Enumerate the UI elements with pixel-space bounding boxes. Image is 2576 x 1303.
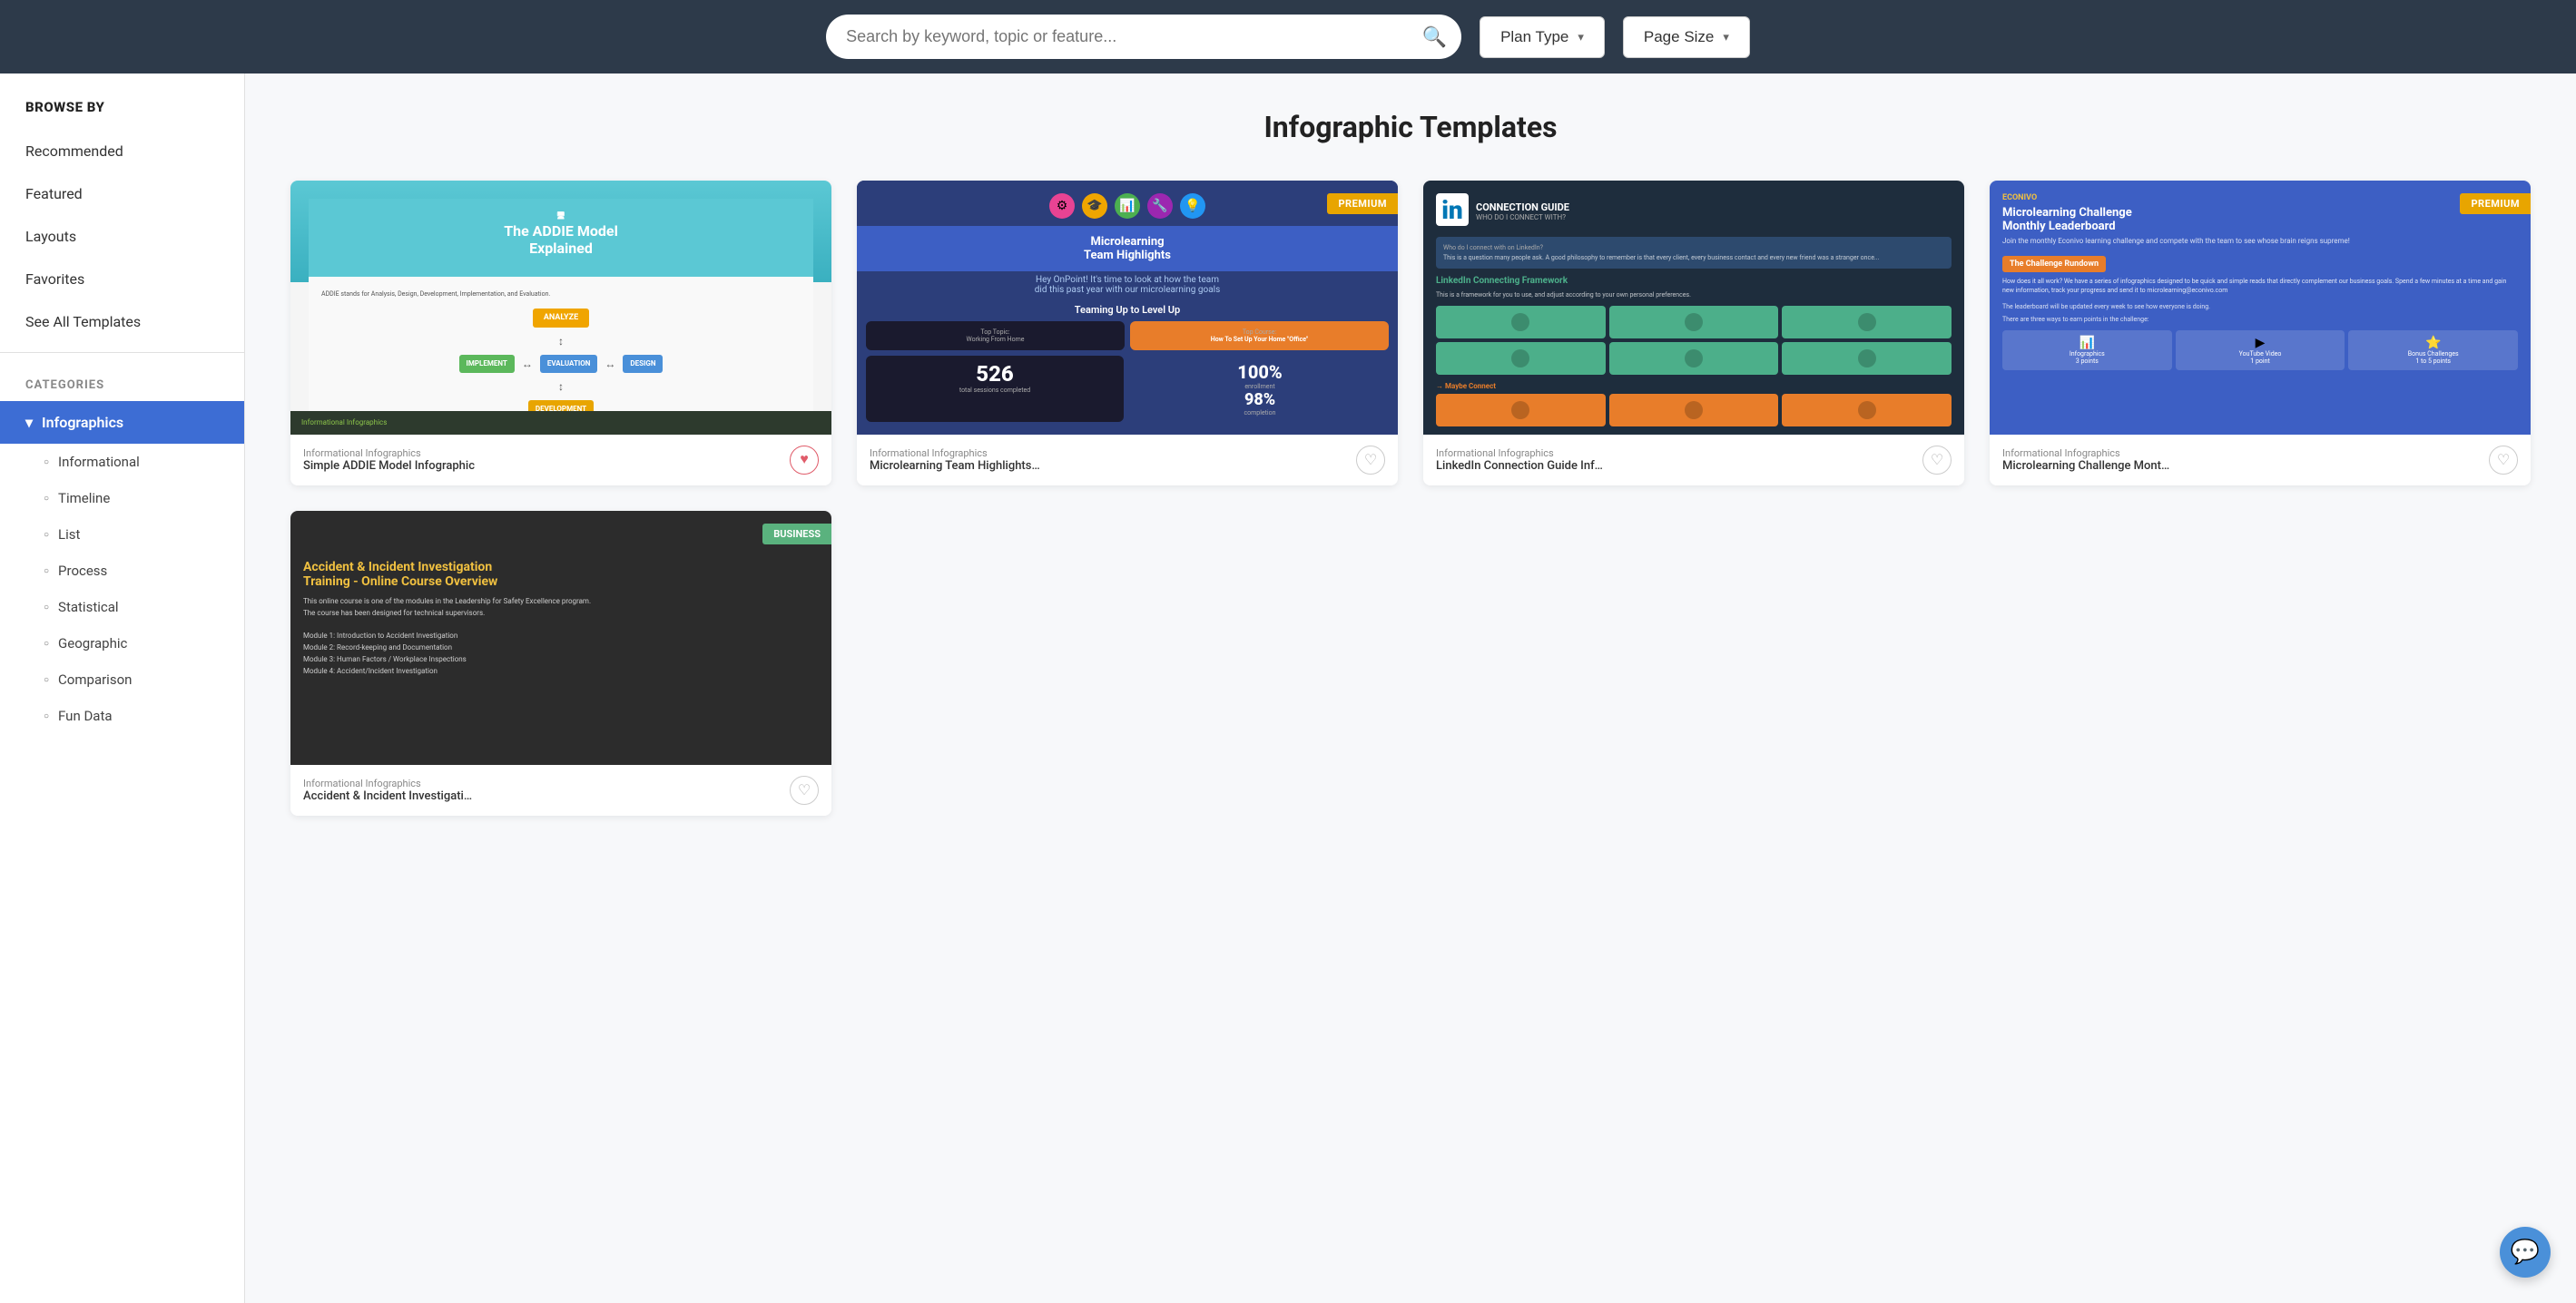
chat-icon: 💬 [2511,1239,2540,1266]
template-grid: 🖥 The ADDIE ModelExplained ADDIE stands … [290,181,2531,816]
sidebar-sub-timeline[interactable]: ○ Timeline [0,480,244,516]
chevron-icon: ▾ [25,414,33,431]
header: 🔍 Plan Type ▾ Page Size ▾ [0,0,2576,73]
template-card-accident[interactable]: BUSINESS Accident & Incident Investigati… [290,511,831,816]
template-name: Simple ADDIE Model Infographic [303,459,475,473]
chat-button[interactable]: 💬 [2500,1227,2551,1278]
sidebar-item-featured[interactable]: Featured [0,172,244,215]
card1-header: 🖥 The ADDIE ModelExplained [309,199,813,277]
template-name: Accident & Incident Investigation Traini… [303,789,476,803]
sidebar-sub-fun-data[interactable]: ○ Fun Data [0,698,244,734]
card-preview-challenge: PREMIUM ECONIVO Microlearning ChallengeM… [1990,181,2531,435]
sidebar-sub-statistical[interactable]: ○ Statistical [0,589,244,625]
search-wrapper: 🔍 [826,15,1461,59]
circle-icon: ○ [44,530,49,540]
card-preview-addie: 🖥 The ADDIE ModelExplained ADDIE stands … [290,181,831,435]
sidebar-item-recommended[interactable]: Recommended [0,130,244,172]
sidebar-item-layouts[interactable]: Layouts [0,215,244,258]
card-preview-linkedin: in CONNECTION GUIDE WHO DO I CONNECT WIT… [1423,181,1964,435]
favorite-button-microlearning[interactable]: ♡ [1356,446,1385,475]
search-input[interactable] [826,15,1461,59]
sidebar-item-favorites[interactable]: Favorites [0,258,244,300]
browse-by-title: BROWSE BY [0,73,244,130]
favorite-button-linkedin[interactable]: ♡ [1922,446,1952,475]
template-category: Informational Infographics [2002,447,2175,459]
sidebar: BROWSE BY Recommended Featured Layouts F… [0,73,245,1303]
template-name: LinkedIn Connection Guide Info... [1436,459,1608,473]
sidebar-sub-comparison[interactable]: ○ Comparison [0,661,244,698]
card-preview-accident: BUSINESS Accident & Incident Investigati… [290,511,831,765]
page-title: Infographic Templates [290,110,2531,144]
template-thumb-linkedin: in CONNECTION GUIDE WHO DO I CONNECT WIT… [1423,181,1964,435]
template-card-addie[interactable]: 🖥 The ADDIE ModelExplained ADDIE stands … [290,181,831,485]
categories-title: CATEGORIES [0,362,244,401]
template-footer-addie: Informational Infographics Simple ADDIE … [290,435,831,485]
template-category: Informational Infographics [1436,447,1608,459]
template-name: Microlearning Team Highlights I... [870,459,1042,473]
template-thumb-microlearning: PREMIUM ⚙ 🎓 📊 🔧 💡 MicrolearningTeam High… [857,181,1398,435]
sidebar-sub-process[interactable]: ○ Process [0,553,244,589]
circle-icon: ○ [44,675,49,685]
circle-icon: ○ [44,457,49,467]
template-thumb-challenge: PREMIUM ECONIVO Microlearning ChallengeM… [1990,181,2531,435]
plan-type-button[interactable]: Plan Type ▾ [1480,16,1605,58]
template-card-linkedin[interactable]: in CONNECTION GUIDE WHO DO I CONNECT WIT… [1423,181,1964,485]
circle-icon: ○ [44,711,49,721]
business-badge: BUSINESS [762,524,831,544]
sidebar-item-see-all[interactable]: See All Templates [0,300,244,343]
plan-type-label: Plan Type [1500,28,1568,46]
template-thumb-addie: 🖥 The ADDIE ModelExplained ADDIE stands … [290,181,831,435]
circle-icon: ○ [44,494,49,504]
page-size-chevron-icon: ▾ [1723,30,1729,44]
template-footer-challenge: Informational Infographics Microlearning… [1990,435,2531,485]
search-icon: 🔍 [1422,25,1447,48]
favorite-button-challenge[interactable]: ♡ [2489,446,2518,475]
page-size-label: Page Size [1644,28,1715,46]
template-thumb-accident: BUSINESS Accident & Incident Investigati… [290,511,831,765]
sidebar-sub-list[interactable]: ○ List [0,516,244,553]
content-area: Infographic Templates 🖥 The ADDIE ModelE… [245,73,2576,1303]
template-name: Microlearning Challenge Month... [2002,459,2175,473]
template-card-challenge[interactable]: PREMIUM ECONIVO Microlearning ChallengeM… [1990,181,2531,485]
template-category: Informational Infographics [303,447,475,459]
template-card-microlearning[interactable]: PREMIUM ⚙ 🎓 📊 🔧 💡 MicrolearningTeam High… [857,181,1398,485]
template-footer-microlearning: Informational Infographics Microlearning… [857,435,1398,485]
circle-icon: ○ [44,639,49,649]
search-button[interactable]: 🔍 [1422,25,1447,49]
template-category: Informational Infographics [870,447,1042,459]
sidebar-sub-geographic[interactable]: ○ Geographic [0,625,244,661]
favorite-button-addie[interactable]: ♥ [790,446,819,475]
page-size-button[interactable]: Page Size ▾ [1623,16,1750,58]
template-category: Informational Infographics [303,778,476,789]
template-footer-accident: Informational Infographics Accident & In… [290,765,831,816]
circle-icon: ○ [44,603,49,612]
plan-type-chevron-icon: ▾ [1578,30,1584,44]
sidebar-divider [0,352,244,353]
sidebar-item-infographics[interactable]: ▾ Infographics [0,401,244,444]
card-preview-microlearning: PREMIUM ⚙ 🎓 📊 🔧 💡 MicrolearningTeam High… [857,181,1398,435]
premium-badge-2: PREMIUM [2460,193,2531,214]
favorite-button-accident[interactable]: ♡ [790,776,819,805]
category-label: Infographics [42,414,123,431]
main-layout: BROWSE BY Recommended Featured Layouts F… [0,73,2576,1303]
circle-icon: ○ [44,566,49,576]
premium-badge: PREMIUM [1327,193,1398,214]
sidebar-sub-informational[interactable]: ○ Informational [0,444,244,480]
template-footer-linkedin: Informational Infographics LinkedIn Conn… [1423,435,1964,485]
